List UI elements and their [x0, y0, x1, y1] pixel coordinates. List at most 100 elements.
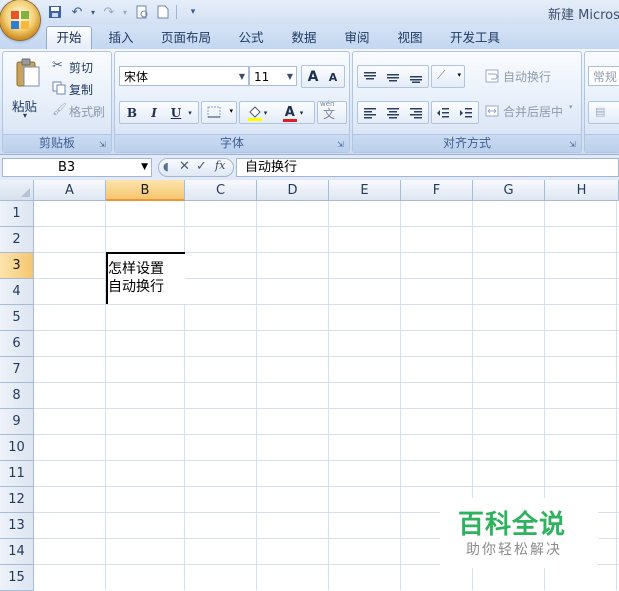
row-header-10[interactable]: 10 — [0, 435, 34, 461]
font-group-label: 字体 — [115, 134, 349, 152]
wrap-text-button[interactable]: 自动换行 — [483, 66, 579, 86]
copy-icon — [52, 81, 66, 95]
font-color-button[interactable]: A ▾ — [278, 102, 310, 123]
orientation-button[interactable]: ⟋ ▾ — [431, 65, 465, 88]
row-header-8[interactable]: 8 — [0, 383, 34, 409]
fill-color-button[interactable]: ▾ — [242, 102, 272, 123]
row-header-5[interactable]: 5 — [0, 305, 34, 331]
cancel-icon[interactable]: ✕ — [179, 159, 190, 174]
insert-function-icon[interactable]: fx — [215, 159, 225, 172]
row-header-11[interactable]: 11 — [0, 461, 34, 487]
number-group-label — [585, 134, 619, 152]
row-header-13[interactable]: 13 — [0, 513, 34, 539]
row-header-15[interactable]: 15 — [0, 565, 34, 591]
new-document-icon[interactable] — [154, 3, 172, 21]
gridline — [34, 408, 619, 409]
tab-home[interactable]: 开始 — [46, 26, 92, 50]
row-header-7[interactable]: 7 — [0, 357, 34, 383]
color-buttons: ▾ A ▾ — [239, 101, 315, 124]
column-header-d[interactable]: D — [257, 180, 329, 201]
tab-formulas[interactable]: 公式 — [231, 28, 271, 48]
merge-center-button[interactable]: 合并后居中 ▾ — [483, 101, 579, 121]
cell-b3-text: 怎样设置 自动换行 — [108, 261, 164, 295]
gridline — [34, 226, 619, 227]
enter-icon[interactable]: ✓ — [196, 159, 207, 174]
tab-review[interactable]: 审阅 — [337, 28, 377, 48]
print-preview-icon[interactable] — [133, 3, 151, 21]
row-header-14[interactable]: 14 — [0, 539, 34, 565]
tab-view[interactable]: 视图 — [390, 28, 430, 48]
align-middle-button[interactable] — [382, 66, 404, 87]
align-top-button[interactable] — [359, 66, 381, 87]
title-bar: ↶ ▾ ↷ ▾ ▾ 新建 Microsoft — [0, 0, 619, 40]
merge-center-icon — [485, 105, 499, 117]
row-header-6[interactable]: 6 — [0, 331, 34, 357]
cut-label: 剪切 — [69, 61, 94, 75]
font-launcher-icon[interactable]: ⇲ — [337, 140, 346, 149]
save-icon[interactable] — [46, 3, 64, 21]
shrink-font-button[interactable]: A — [322, 67, 344, 88]
column-header-e[interactable]: E — [329, 180, 401, 201]
align-bottom-button[interactable] — [405, 66, 427, 87]
shrink-font-icon: A — [328, 71, 338, 84]
vertical-align-buttons — [357, 65, 429, 88]
font-name-select[interactable]: 宋体 ▼ — [119, 66, 249, 86]
cell-b3[interactable]: 怎样设置 自动换行 — [106, 252, 185, 304]
tab-page-layout[interactable]: 页面布局 — [156, 28, 216, 48]
format-painter-label: 格式刷 — [69, 105, 106, 119]
select-all-button[interactable] — [0, 180, 34, 201]
increase-indent-button[interactable] — [455, 102, 477, 123]
tab-insert[interactable]: 插入 — [101, 28, 141, 48]
gridline — [256, 201, 257, 590]
underline-icon: U — [170, 105, 182, 120]
paste-dropdown-icon[interactable]: ▾ — [23, 111, 27, 120]
tab-data[interactable]: 数据 — [284, 28, 324, 48]
align-right-button[interactable] — [405, 102, 427, 123]
customize-toolbar-icon[interactable]: ▾ — [184, 3, 202, 21]
copy-label: 复制 — [69, 83, 94, 97]
tab-developer[interactable]: 开发工具 — [444, 28, 506, 48]
number-format-select[interactable]: 常规 — [588, 66, 619, 86]
align-center-button[interactable] — [382, 102, 404, 123]
format-painter-button[interactable]: 🖌 格式刷 — [50, 101, 108, 119]
grow-font-button[interactable]: A — [302, 66, 324, 87]
formula-input[interactable]: 自动换行 — [236, 158, 619, 177]
align-left-button[interactable] — [359, 102, 381, 123]
gridline — [34, 382, 619, 383]
name-box[interactable]: B3 ▼ — [2, 158, 152, 177]
font-size-buttons: A A — [301, 65, 345, 88]
decrease-indent-button[interactable] — [432, 102, 454, 123]
column-header-g[interactable]: G — [473, 180, 545, 201]
gridline — [34, 356, 619, 357]
bold-button[interactable]: B — [121, 102, 143, 123]
cut-button[interactable]: ✂ 剪切 — [50, 57, 108, 75]
column-header-b[interactable]: B — [106, 180, 185, 201]
phonetic-button[interactable]: 文 wén — [317, 100, 347, 124]
row-header-4[interactable]: 4 — [0, 279, 34, 305]
row-header-9[interactable]: 9 — [0, 409, 34, 435]
column-header-f[interactable]: F — [401, 180, 473, 201]
clipboard-launcher-icon[interactable]: ⇲ — [99, 140, 108, 149]
row-header-3[interactable]: 3 — [0, 253, 34, 279]
column-header-h[interactable]: H — [545, 180, 619, 201]
chevron-down-icon: ▾ — [229, 107, 233, 115]
office-button[interactable] — [0, 0, 40, 40]
alignment-launcher-icon[interactable]: ⇲ — [569, 140, 578, 149]
redo-dropdown-icon[interactable]: ▾ — [116, 3, 134, 21]
gridline — [400, 201, 401, 590]
paste-button[interactable]: 粘贴 ▾ — [8, 56, 46, 120]
orientation-icon: ⟋ — [437, 68, 446, 82]
underline-dropdown-icon[interactable]: ▾ — [184, 102, 196, 123]
row-header-12[interactable]: 12 — [0, 487, 34, 513]
expand-icon[interactable]: ◖ — [163, 160, 169, 173]
column-header-a[interactable]: A — [34, 180, 106, 201]
border-button[interactable]: ▾ — [201, 101, 237, 124]
gridline — [34, 460, 619, 461]
column-header-c[interactable]: C — [185, 180, 257, 201]
italic-button[interactable]: I — [143, 102, 165, 123]
font-size-select[interactable]: 11 ▼ — [249, 66, 297, 86]
row-header-1[interactable]: 1 — [0, 201, 34, 227]
currency-format-button[interactable]: ▤ — [588, 101, 619, 124]
row-header-2[interactable]: 2 — [0, 227, 34, 253]
copy-button[interactable]: 复制 — [50, 79, 108, 97]
